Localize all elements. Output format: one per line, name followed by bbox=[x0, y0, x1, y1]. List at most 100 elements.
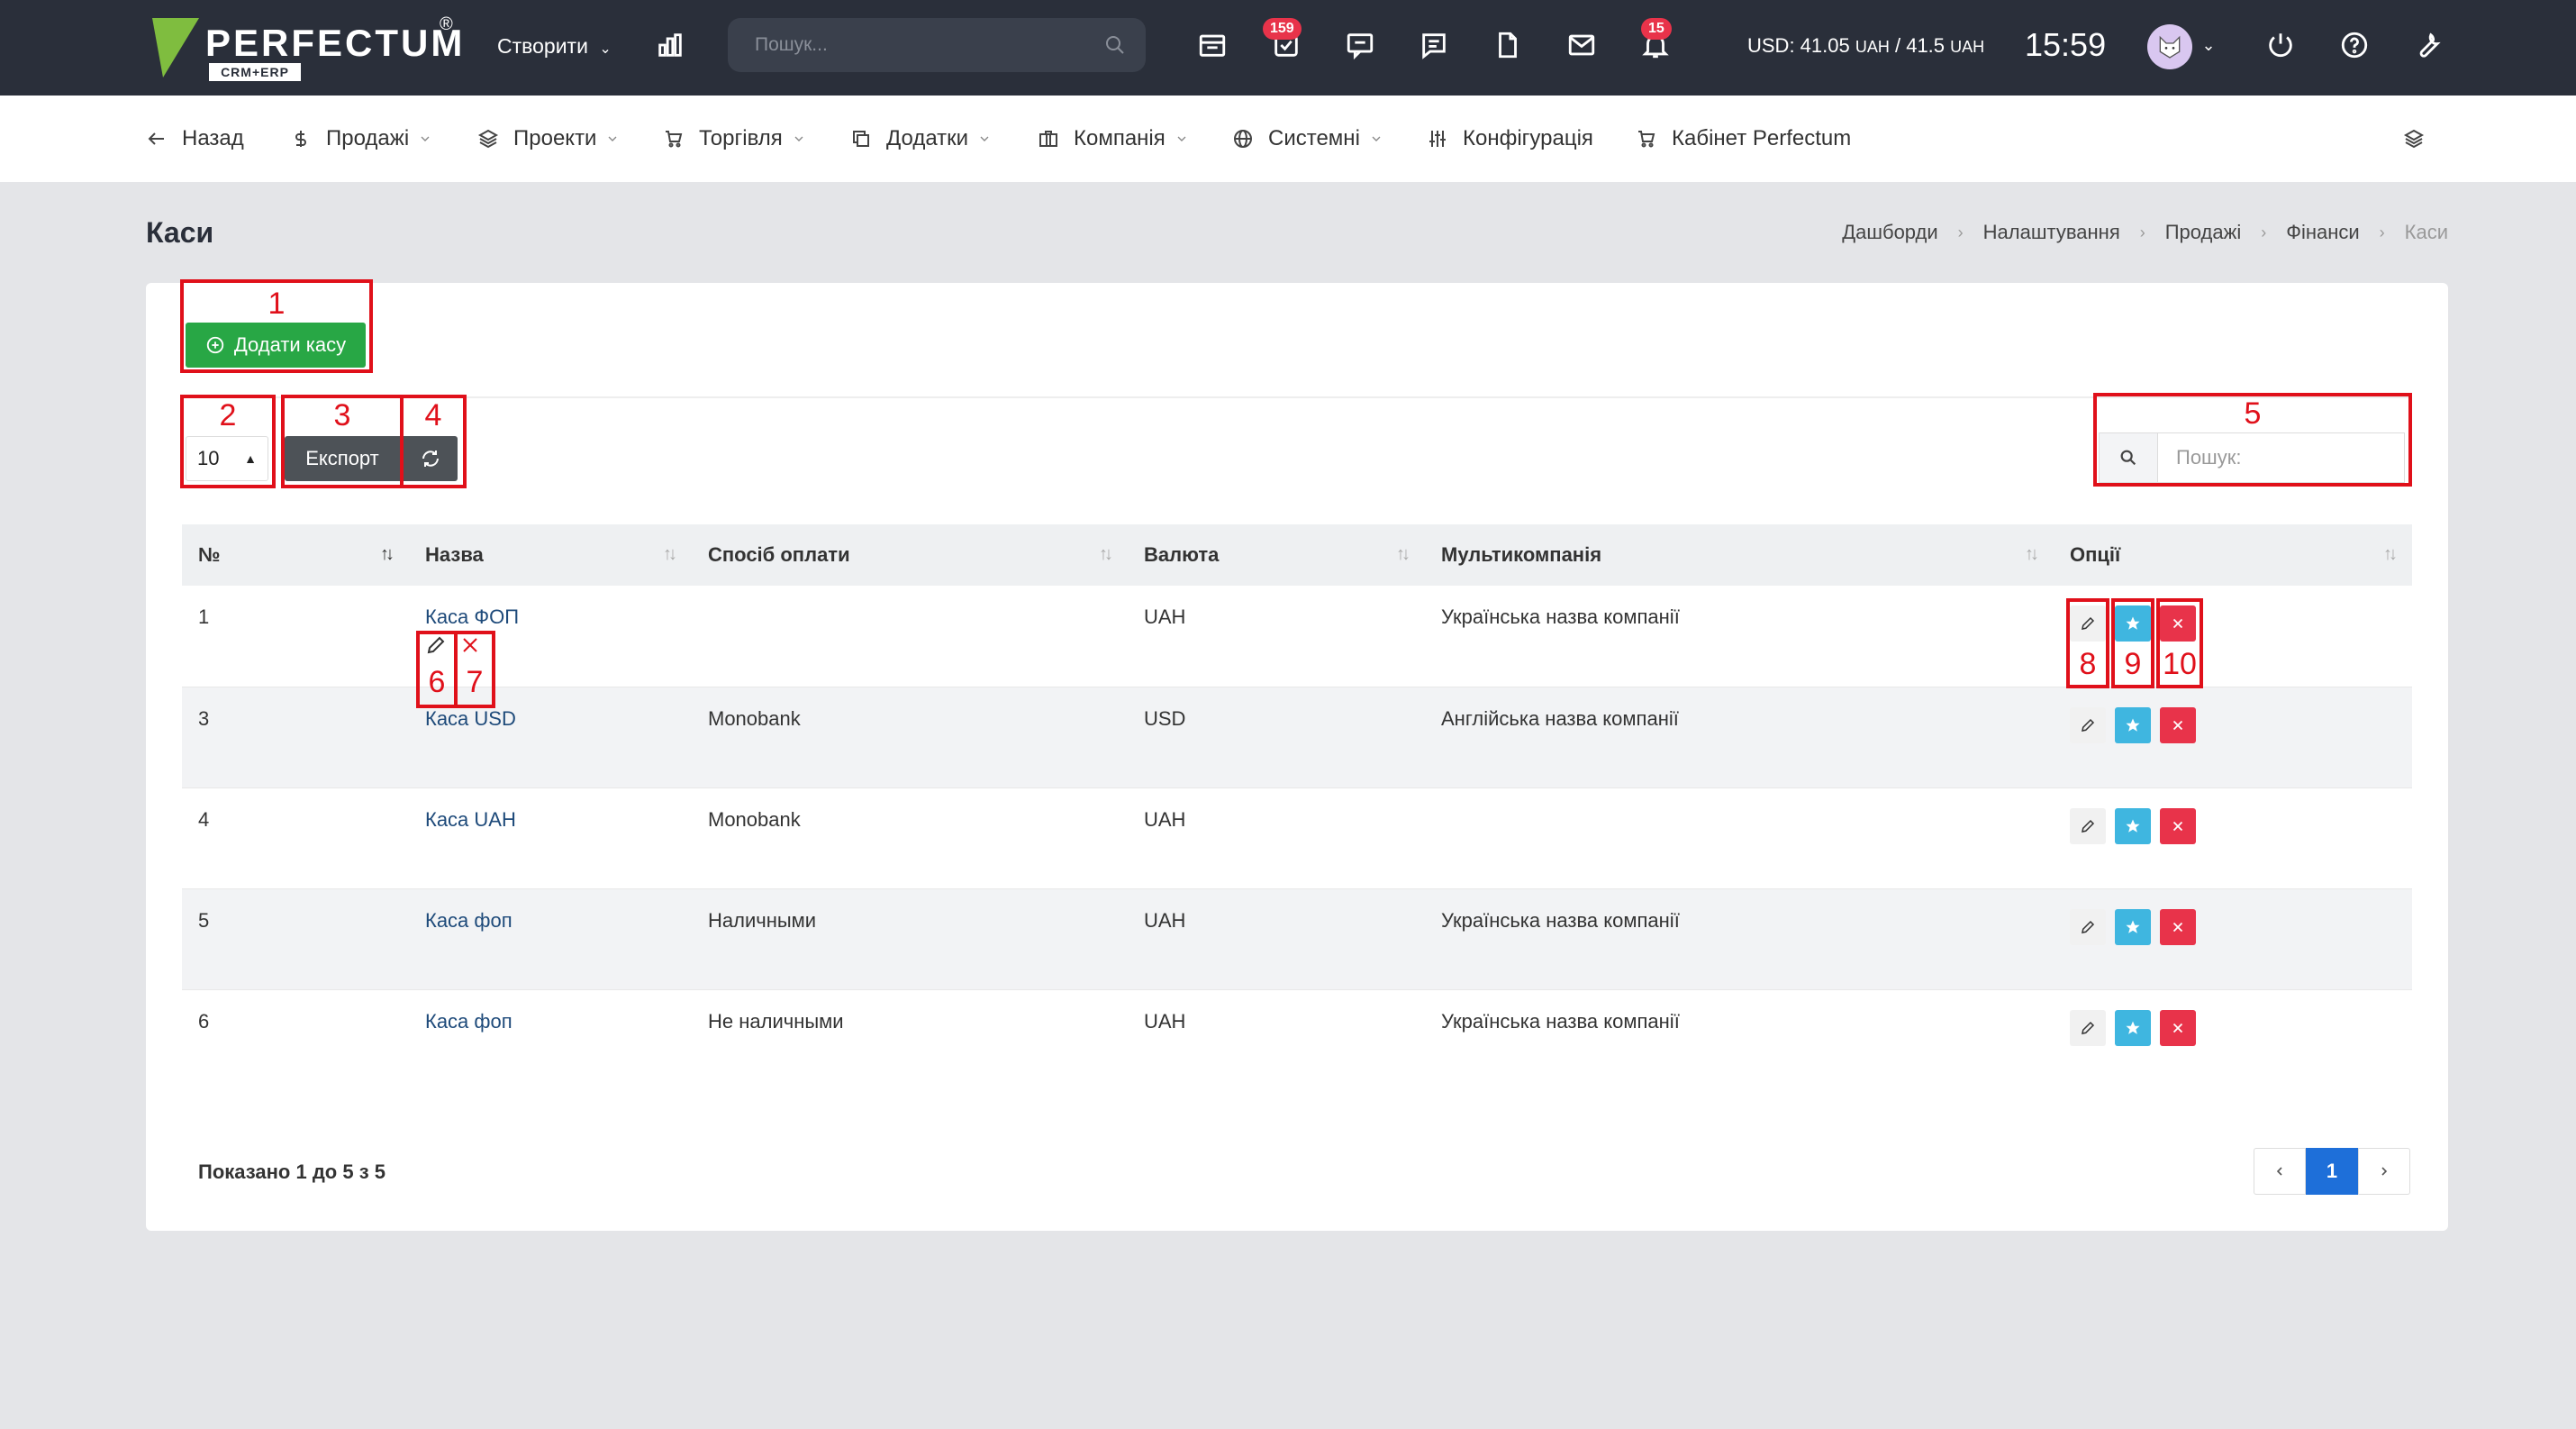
col-name[interactable]: Назва ↑↓ bbox=[409, 524, 692, 586]
nav-system[interactable]: Системні bbox=[1232, 123, 1383, 155]
prev-page-button[interactable] bbox=[2254, 1148, 2306, 1195]
rate-unit-1: UAH bbox=[1855, 38, 1890, 56]
cell-payment: Monobank bbox=[708, 706, 801, 730]
layers-icon bbox=[2403, 129, 2425, 149]
user-menu-chevron-icon[interactable]: ⌄ bbox=[2198, 25, 2219, 65]
favorite-button[interactable] bbox=[2115, 706, 2151, 743]
col-company-label: Мультикомпанія bbox=[1441, 543, 1602, 566]
arrow-left-icon bbox=[148, 132, 164, 145]
nav-company[interactable]: Компанія bbox=[1038, 123, 1189, 155]
table-row: 5 Каса фоп Наличными UAH Українська назв… bbox=[182, 888, 2412, 989]
delete-button[interactable] bbox=[2160, 908, 2196, 945]
power-icon[interactable] bbox=[2261, 25, 2300, 65]
wrench-icon[interactable] bbox=[2408, 25, 2448, 65]
nav-trade-label: Торгівля bbox=[699, 126, 783, 150]
nav-addons-label: Додатки bbox=[886, 126, 969, 150]
col-options[interactable]: Опції ↑↓ bbox=[2054, 524, 2412, 586]
page-title: Каси bbox=[146, 216, 214, 249]
help-icon[interactable] bbox=[2335, 25, 2374, 65]
messages-icon[interactable] bbox=[1414, 25, 1454, 65]
chevron-left-icon bbox=[2276, 1167, 2282, 1176]
col-payment-label: Спосіб оплати bbox=[708, 543, 850, 566]
dollar-icon bbox=[295, 131, 306, 147]
calendar-icon[interactable] bbox=[1193, 25, 1232, 65]
nav-layers-toggle[interactable] bbox=[2403, 123, 2425, 155]
favorite-button[interactable] bbox=[2115, 908, 2151, 945]
col-company[interactable]: Мультикомпанія ↑↓ bbox=[1425, 524, 2054, 586]
global-search[interactable] bbox=[728, 18, 1146, 72]
nav-addons[interactable]: Додатки bbox=[850, 123, 992, 155]
chevron-down-icon bbox=[421, 136, 430, 141]
user-avatar[interactable] bbox=[2147, 24, 2192, 69]
nav-sales-label: Продажі bbox=[326, 126, 410, 150]
search-icon bbox=[1106, 36, 1124, 54]
breadcrumb-sales[interactable]: Продажі bbox=[2165, 218, 2241, 247]
cashbox-link[interactable]: Каса ФОП bbox=[425, 605, 519, 628]
annotation-label: 4 bbox=[424, 398, 442, 432]
cell-id: 4 bbox=[198, 807, 210, 831]
main-nav: Назад Продажі Проекти Торгівля Додатки К… bbox=[0, 96, 2576, 182]
nav-projects-label: Проекти bbox=[513, 126, 597, 150]
annotation-label: 9 bbox=[2124, 647, 2142, 681]
cashbox-link[interactable]: Каса UAH bbox=[425, 808, 516, 831]
delete-button[interactable] bbox=[2160, 1009, 2196, 1046]
create-menu[interactable]: Створити ⌄ bbox=[497, 31, 612, 61]
breadcrumb-settings[interactable]: Налаштування bbox=[1983, 218, 2120, 247]
nav-config[interactable]: Конфігурація bbox=[1427, 123, 1593, 155]
chevron-down-icon bbox=[980, 136, 989, 141]
layers-icon bbox=[477, 129, 499, 149]
copy-icon bbox=[853, 131, 869, 147]
edit-button[interactable] bbox=[2070, 807, 2106, 844]
nav-sales[interactable]: Продажі bbox=[290, 123, 432, 155]
cat-avatar-icon bbox=[2159, 35, 2181, 59]
chevron-down-icon bbox=[1177, 136, 1186, 141]
breadcrumb-separator-icon: › bbox=[2139, 223, 2145, 241]
cell-payment: Наличными bbox=[708, 908, 817, 932]
chat-icon[interactable] bbox=[1340, 25, 1380, 65]
nav-system-label: Системні bbox=[1268, 126, 1360, 150]
tasks-badge: 159 bbox=[1263, 18, 1302, 40]
breadcrumb: Дашборди › Налаштування › Продажі › Фіна… bbox=[1842, 218, 2448, 247]
next-page-button[interactable] bbox=[2358, 1148, 2410, 1195]
cashbox-link[interactable]: Каса фоп bbox=[425, 909, 512, 932]
breadcrumb-separator-icon: › bbox=[2261, 223, 2267, 241]
breadcrumb-finance[interactable]: Фінанси bbox=[2286, 218, 2359, 247]
document-icon[interactable] bbox=[1488, 25, 1528, 65]
nav-back[interactable]: Назад bbox=[146, 123, 244, 155]
chevron-down-icon bbox=[608, 136, 617, 141]
cell-company: Українська назва компанії bbox=[1441, 1009, 1680, 1033]
edit-button[interactable] bbox=[2070, 908, 2106, 945]
favorite-button[interactable] bbox=[2115, 807, 2151, 844]
delete-button[interactable] bbox=[2160, 807, 2196, 844]
cell-name: Каса UAH bbox=[409, 787, 692, 888]
edit-button[interactable] bbox=[2070, 1009, 2106, 1046]
annotation-label: 10 bbox=[2163, 647, 2197, 681]
delete-button[interactable] bbox=[2160, 706, 2196, 743]
col-payment[interactable]: Спосіб оплати ↑↓ bbox=[692, 524, 1128, 586]
cell-company: Українська назва компанії bbox=[1441, 908, 1680, 932]
edit-button[interactable] bbox=[2070, 706, 2106, 743]
cashbox-link[interactable]: Каса USD bbox=[425, 707, 516, 730]
sort-icon: ↑↓ bbox=[1396, 544, 1410, 564]
cashbox-link[interactable]: Каса фоп bbox=[425, 1010, 512, 1033]
cell-name: Каса фоп bbox=[409, 989, 692, 1090]
breadcrumb-dashboards[interactable]: Дашборди bbox=[1842, 218, 1937, 247]
nav-projects[interactable]: Проекти bbox=[477, 123, 620, 155]
table-row: 4 Каса UAH Monobank UAH bbox=[182, 787, 2412, 888]
col-number-label: № bbox=[198, 543, 221, 566]
chevron-right-icon bbox=[2381, 1167, 2388, 1176]
stats-icon[interactable] bbox=[650, 25, 690, 65]
global-search-input[interactable] bbox=[755, 31, 1079, 59]
favorite-button[interactable] bbox=[2115, 1009, 2151, 1046]
col-name-label: Назва bbox=[425, 543, 484, 566]
col-currency[interactable]: Валюта ↑↓ bbox=[1128, 524, 1425, 586]
logo-text: PERFECTUM bbox=[205, 22, 466, 64]
perfectum-logo[interactable]: PERFECTUM ® CRM+ERP bbox=[139, 14, 462, 86]
page-button[interactable]: 1 bbox=[2306, 1148, 2358, 1195]
col-number[interactable]: № ↑↓ bbox=[182, 524, 409, 586]
nav-trade[interactable]: Торгівля bbox=[663, 123, 806, 155]
nav-cabinet[interactable]: Кабінет Perfectum bbox=[1636, 123, 1851, 155]
nav-company-label: Компанія bbox=[1074, 126, 1166, 150]
mail-icon[interactable] bbox=[1562, 25, 1601, 65]
close-icon bbox=[2172, 720, 2183, 730]
